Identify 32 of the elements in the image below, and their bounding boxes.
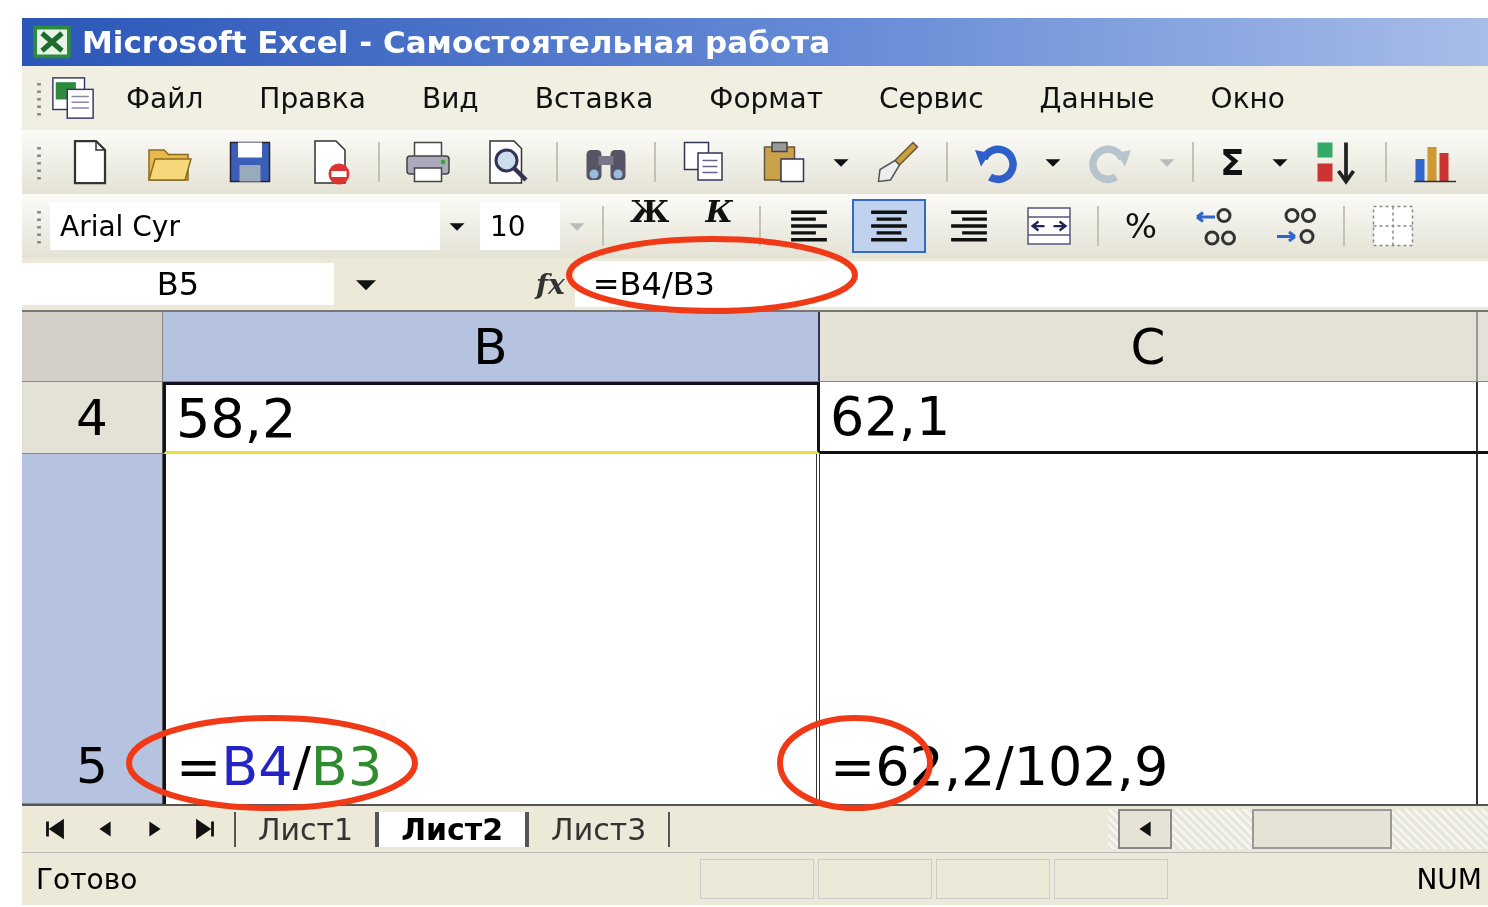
row-header[interactable]: 5 (22, 454, 163, 804)
window-title: Microsoft Excel - Самостоятельная работа (82, 24, 831, 60)
sheet-tab[interactable]: Лист1 (234, 811, 378, 847)
menu-item[interactable]: Правка (259, 81, 366, 115)
row-header[interactable]: 4 (22, 382, 163, 454)
column-header[interactable]: C (820, 312, 1478, 382)
table-cell: 62,1 (820, 382, 1478, 454)
column-header[interactable]: B (163, 312, 820, 382)
align-button[interactable] (851, 199, 926, 253)
table-cell: 58,2 (163, 382, 820, 454)
num-lock-indicator: NUM (1416, 862, 1483, 896)
sheet-tab[interactable]: Лист3 (527, 811, 671, 847)
menu-item[interactable]: Формат (709, 81, 823, 115)
function-button[interactable]: fx (536, 267, 565, 301)
status-text: Готово (36, 862, 139, 896)
bold-button[interactable]: Ж (630, 197, 670, 227)
menu-item[interactable]: Вставка (534, 81, 654, 115)
sheet-tab[interactable]: Лист2 (377, 811, 528, 847)
menu-item[interactable]: Сервис (878, 81, 984, 115)
menu-item[interactable]: Файл (126, 81, 204, 115)
font-size-field[interactable]: 10 (480, 202, 560, 250)
menu-item[interactable]: Вид (421, 81, 479, 115)
menu-item[interactable]: Окно (1210, 81, 1285, 115)
horizontal-scrollbar[interactable] (1108, 809, 1488, 849)
formula-field[interactable]: =B4/B3 (574, 261, 1488, 307)
font-name-field[interactable]: Arial Cyr (50, 202, 440, 250)
menu-item[interactable]: Данные (1039, 81, 1155, 115)
autosum-button[interactable]: Σ (1220, 141, 1245, 183)
document-window-icon[interactable] (50, 75, 96, 121)
name-box[interactable]: B5 (22, 263, 334, 305)
percent-style-button[interactable]: % (1124, 206, 1157, 246)
italic-button[interactable]: К (705, 197, 733, 227)
